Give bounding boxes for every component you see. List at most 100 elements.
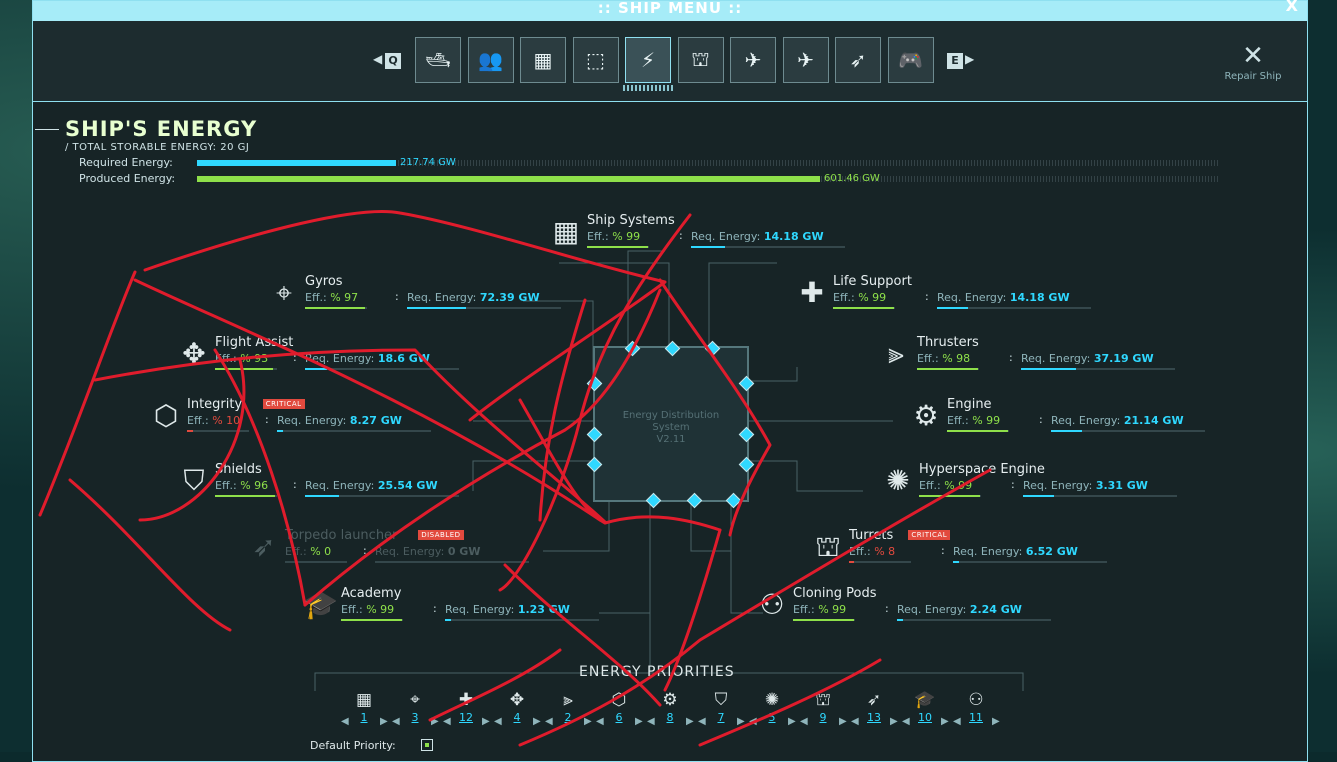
separator: : bbox=[293, 351, 297, 364]
priority-item[interactable]: ⛉ 7 bbox=[706, 689, 736, 725]
priority-item[interactable]: ⫸ 2 bbox=[553, 689, 583, 725]
required-energy-bar bbox=[1023, 495, 1177, 497]
priority-move-right-icon[interactable]: ▶ bbox=[380, 716, 388, 727]
system-name: Engine bbox=[947, 397, 992, 412]
priority-item[interactable]: ▦ 1 bbox=[349, 689, 379, 725]
priority-item[interactable]: ⚇ 11 bbox=[961, 689, 991, 725]
priority-move-right-icon[interactable]: ▶ bbox=[941, 716, 949, 727]
required-energy-bar bbox=[897, 619, 1051, 621]
torpedo-icon: ➶ bbox=[866, 690, 882, 710]
move-arrows-icon: ✥ bbox=[509, 690, 525, 710]
priority-item[interactable]: ✥ 4 bbox=[502, 689, 532, 725]
priority-item[interactable]: ⚙ 8 bbox=[655, 689, 685, 725]
engine-icon: ⚙ bbox=[662, 690, 678, 710]
system-required-energy: Req. Energy: 14.18 GW bbox=[691, 230, 824, 243]
energy-distribution-core: Energy Distribution System V2.11 bbox=[593, 346, 749, 502]
priority-item[interactable]: ➶ 13 bbox=[859, 689, 889, 725]
priority-item[interactable]: ⌖ 3 bbox=[400, 689, 430, 725]
priority-move-left-icon[interactable]: ◀ bbox=[443, 716, 451, 727]
system-required-energy: Req. Energy: 25.54 GW bbox=[305, 479, 438, 492]
priority-number[interactable]: 2 bbox=[553, 711, 583, 725]
required-energy-bar bbox=[375, 561, 529, 563]
priority-number[interactable]: 1 bbox=[349, 711, 379, 725]
priority-move-left-icon[interactable]: ◀ bbox=[545, 716, 553, 727]
system-required-energy: Req. Energy: 6.52 GW bbox=[953, 545, 1078, 558]
system-name: Integrity bbox=[187, 397, 243, 412]
medical-cross-icon: ✚ bbox=[800, 276, 824, 309]
system-efficiency: Eff.: % 8 bbox=[849, 545, 896, 558]
system-name: Turrets bbox=[849, 528, 894, 543]
priority-move-right-icon[interactable]: ▶ bbox=[992, 716, 1000, 727]
efficiency-bar bbox=[793, 619, 855, 621]
priority-move-right-icon[interactable]: ▶ bbox=[890, 716, 898, 727]
system-required-energy: Req. Energy: 18.6 GW bbox=[305, 352, 430, 365]
priority-number[interactable]: 4 bbox=[502, 711, 532, 725]
priority-move-left-icon[interactable]: ◀ bbox=[341, 716, 349, 727]
priority-number[interactable]: 12 bbox=[451, 711, 481, 725]
priority-move-right-icon[interactable]: ▶ bbox=[788, 716, 796, 727]
system-required-energy: Req. Energy: 14.18 GW bbox=[937, 291, 1070, 304]
efficiency-bar bbox=[305, 307, 367, 309]
priority-move-left-icon[interactable]: ◀ bbox=[596, 716, 604, 727]
priority-move-right-icon[interactable]: ▶ bbox=[686, 716, 694, 727]
cloning-icon: ⚇ bbox=[759, 588, 785, 621]
priority-number[interactable]: 3 bbox=[400, 711, 430, 725]
priority-item[interactable]: ⛫ 9 bbox=[808, 689, 838, 725]
efficiency-bar bbox=[849, 561, 911, 563]
priority-number[interactable]: 7 bbox=[706, 711, 736, 725]
priority-move-right-icon[interactable]: ▶ bbox=[635, 716, 643, 727]
priority-move-right-icon[interactable]: ▶ bbox=[584, 716, 592, 727]
system-name: Academy bbox=[341, 586, 402, 601]
shield-icon: ⛉ bbox=[714, 690, 728, 710]
priority-move-left-icon[interactable]: ◀ bbox=[749, 716, 757, 727]
priority-item[interactable]: ✺ 5 bbox=[757, 689, 787, 725]
system-required-energy: Req. Energy: 1.23 GW bbox=[445, 603, 570, 616]
separator: : bbox=[925, 290, 929, 303]
default-priority-checkbox[interactable] bbox=[421, 739, 433, 751]
priority-move-right-icon[interactable]: ▶ bbox=[533, 716, 541, 727]
system-name: Ship Systems bbox=[587, 213, 675, 228]
medical-cross-icon: ✚ bbox=[458, 690, 474, 710]
priority-move-left-icon[interactable]: ◀ bbox=[494, 716, 502, 727]
priority-move-right-icon[interactable]: ▶ bbox=[482, 716, 490, 727]
priority-number[interactable]: 10 bbox=[910, 711, 940, 725]
system-name: Life Support bbox=[833, 274, 912, 289]
priority-number[interactable]: 8 bbox=[655, 711, 685, 725]
efficiency-bar bbox=[917, 368, 979, 370]
priority-move-right-icon[interactable]: ▶ bbox=[431, 716, 439, 727]
turret-icon: ⛫ bbox=[815, 530, 841, 563]
priority-move-left-icon[interactable]: ◀ bbox=[902, 716, 910, 727]
priority-number[interactable]: 11 bbox=[961, 711, 991, 725]
cloning-icon: ⚇ bbox=[968, 690, 984, 710]
priority-move-left-icon[interactable]: ◀ bbox=[698, 716, 706, 727]
thrusters-icon: ⫸ bbox=[888, 337, 904, 370]
separator: : bbox=[941, 544, 945, 557]
priority-number[interactable]: 9 bbox=[808, 711, 838, 725]
status-badge: CRITICAL bbox=[262, 399, 305, 409]
priority-move-right-icon[interactable]: ▶ bbox=[737, 716, 745, 727]
priority-item[interactable]: 🎓 10 bbox=[910, 689, 940, 725]
turret-icon: ⛫ bbox=[815, 690, 831, 710]
priority-move-left-icon[interactable]: ◀ bbox=[647, 716, 655, 727]
efficiency-bar bbox=[587, 246, 649, 248]
required-energy-bar bbox=[691, 246, 845, 248]
priority-number[interactable]: 6 bbox=[604, 711, 634, 725]
shield-icon: ⛉ bbox=[183, 464, 205, 497]
priority-move-left-icon[interactable]: ◀ bbox=[800, 716, 808, 727]
hyperspace-icon: ✺ bbox=[886, 464, 910, 497]
separator: : bbox=[293, 478, 297, 491]
system-efficiency: Eff.: % 99 bbox=[341, 603, 395, 616]
priority-number[interactable]: 5 bbox=[757, 711, 787, 725]
priority-item[interactable]: ✚ 12 bbox=[451, 689, 481, 725]
system-name: Torpedo launcher bbox=[285, 528, 398, 543]
priority-number[interactable]: 13 bbox=[859, 711, 889, 725]
priority-move-left-icon[interactable]: ◀ bbox=[851, 716, 859, 727]
separator: : bbox=[433, 602, 437, 615]
priority-move-right-icon[interactable]: ▶ bbox=[839, 716, 847, 727]
cube-icon: ⬡ bbox=[611, 690, 627, 710]
priority-move-left-icon[interactable]: ◀ bbox=[953, 716, 961, 727]
priority-move-left-icon[interactable]: ◀ bbox=[392, 716, 400, 727]
system-efficiency: Eff.: % 96 bbox=[215, 479, 269, 492]
priority-item[interactable]: ⬡ 6 bbox=[604, 689, 634, 725]
torpedo-icon: ➶ bbox=[252, 530, 276, 563]
